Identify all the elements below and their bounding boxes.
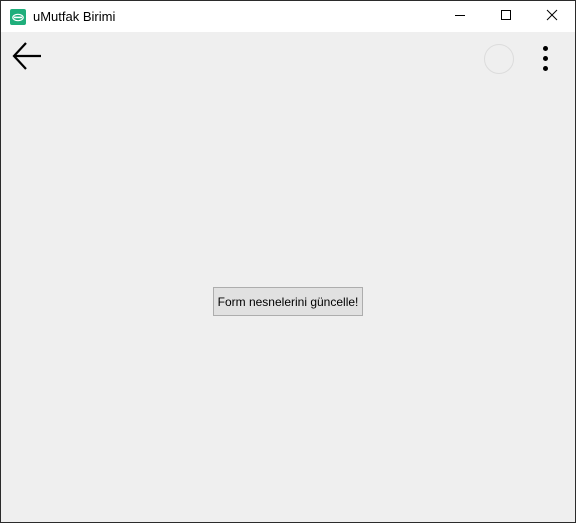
more-vertical-icon <box>542 45 548 51</box>
close-button[interactable] <box>529 1 575 32</box>
maximize-icon <box>500 8 512 26</box>
minimize-icon <box>454 8 466 26</box>
app-icon <box>10 9 26 25</box>
window-title: uMutfak Birimi <box>33 9 116 24</box>
close-icon <box>546 8 558 26</box>
more-options-button[interactable] <box>533 40 557 76</box>
back-button[interactable] <box>9 40 45 76</box>
arrow-left-icon <box>11 40 43 77</box>
title-bar[interactable]: uMutfak Birimi <box>1 1 575 32</box>
app-window: uMutfak Birimi Form nesnelerini güncelle… <box>0 0 576 523</box>
update-form-objects-button[interactable]: Form nesnelerini güncelle! <box>213 287 363 316</box>
minimize-button[interactable] <box>437 1 483 32</box>
spinner-icon <box>484 44 514 74</box>
main-content: Form nesnelerini güncelle! <box>1 32 575 522</box>
maximize-button[interactable] <box>483 1 529 32</box>
